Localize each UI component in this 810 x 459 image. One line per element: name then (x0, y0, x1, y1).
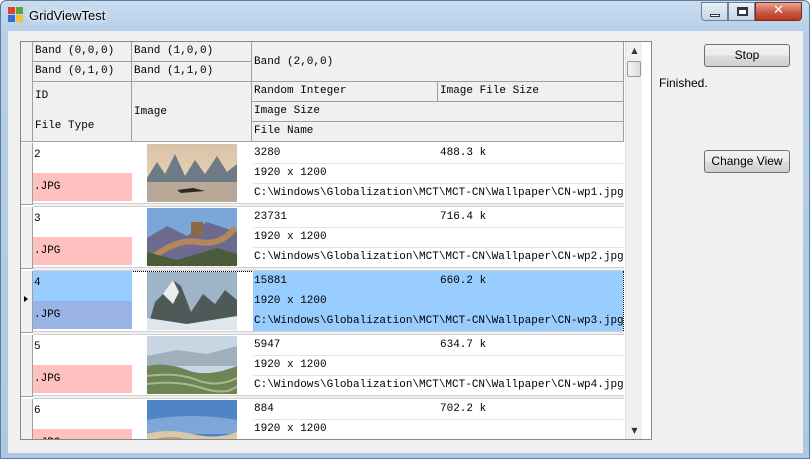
cell-image-file-size[interactable]: 660.2 k (439, 271, 623, 291)
cell-image[interactable] (132, 143, 252, 205)
header-image-file-size[interactable]: Image File Size (438, 82, 624, 102)
close-icon: ✕ (773, 3, 784, 18)
row-header[interactable] (21, 143, 33, 205)
cell-image[interactable] (132, 271, 252, 333)
thumbnail-image (147, 336, 237, 394)
header-corner (21, 42, 33, 142)
cell-image[interactable] (132, 207, 252, 269)
vertical-scrollbar[interactable]: ▲ ▼ (625, 42, 642, 439)
cell-divider (253, 439, 623, 440)
app-window: GridViewTest ✕ Band (0,0,0) Band (1,0,0)… (0, 0, 810, 459)
thumbnail-image (147, 272, 237, 330)
cell-file-name[interactable]: C:\Windows\Globalization\MCT\MCT-CN\Wall… (253, 311, 623, 331)
grid-view[interactable]: Band (0,0,0) Band (1,0,0) Band (0,1,0) B… (20, 41, 652, 440)
cell-id[interactable]: 2 (33, 143, 132, 173)
cell-image-size[interactable]: 1920 x 1200 (253, 355, 623, 375)
header-image[interactable]: Image (132, 82, 252, 142)
header-random-integer[interactable]: Random Integer (252, 82, 438, 102)
header-band-010[interactable]: Band (0,1,0) (33, 62, 132, 82)
table-row[interactable]: 3 .JPG 23731 716.4 k 1920 x 1200 C:\Windows\G… (21, 207, 624, 271)
thumbnail-image (147, 400, 237, 439)
window-title: GridViewTest (29, 8, 106, 23)
cell-file-type[interactable]: .JPG (33, 301, 132, 329)
cell-image-size[interactable]: 1920 x 1200 (253, 163, 623, 183)
current-row-arrow-icon (24, 296, 28, 302)
close-button[interactable]: ✕ (755, 2, 802, 21)
cell-random-integer[interactable]: 3280 (253, 143, 439, 163)
header-image-size[interactable]: Image Size (252, 102, 624, 122)
header-id: ID (35, 90, 49, 102)
cell-id[interactable]: 3 (33, 207, 132, 237)
cell-image-size[interactable]: 1920 x 1200 (253, 419, 623, 439)
cell-file-name[interactable]: C:\Windows\Globalization\MCT\MCT-CN\Wall… (253, 375, 623, 395)
cell-image-file-size[interactable]: 634.7 k (439, 335, 623, 355)
maximize-icon (737, 7, 748, 16)
thumbnail-image (147, 208, 237, 266)
cell-file-type[interactable]: .JPG (33, 237, 132, 265)
stop-button[interactable]: Stop (704, 44, 790, 67)
cell-file-type[interactable]: .JPG (33, 429, 132, 439)
cell-file-name[interactable] (253, 439, 623, 440)
cell-file-type[interactable]: .JPG (33, 173, 132, 201)
cell-image[interactable] (132, 335, 252, 397)
row-header[interactable] (21, 207, 33, 269)
cell-random-integer[interactable]: 5947 (253, 335, 439, 355)
scroll-thumb[interactable] (627, 61, 641, 77)
minimize-button[interactable] (701, 2, 728, 21)
cell-random-integer[interactable]: 15881 (253, 271, 439, 291)
cell-id[interactable]: 5 (33, 335, 132, 365)
cell-id[interactable]: 6 (33, 399, 132, 429)
header-band-000[interactable]: Band (0,0,0) (33, 42, 132, 62)
header-file-type: File Type (35, 120, 95, 132)
row-header[interactable] (21, 271, 33, 333)
client-area: Band (0,0,0) Band (1,0,0) Band (0,1,0) B… (8, 31, 803, 453)
app-icon (8, 7, 24, 23)
row-header[interactable] (21, 399, 33, 439)
change-view-button[interactable]: Change View (704, 150, 790, 173)
header-file-name[interactable]: File Name (252, 122, 624, 142)
cell-file-name[interactable]: C:\Windows\Globalization\MCT\MCT-CN\Wall… (253, 247, 623, 267)
row-header[interactable] (21, 335, 33, 397)
table-row[interactable]: 6.JPG 884702.2 k1920 x 1200 (21, 399, 624, 440)
cell-image[interactable] (132, 399, 252, 439)
cell-file-type[interactable]: .JPG (33, 365, 132, 393)
header-id-filetype[interactable]: ID File Type (33, 82, 132, 142)
header-band-200[interactable]: Band (2,0,0) (252, 42, 624, 82)
cell-file-name[interactable]: C:\Windows\Globalization\MCT\MCT-CN\Wall… (253, 183, 623, 203)
minimize-icon (710, 14, 720, 17)
header-band-100[interactable]: Band (1,0,0) (132, 42, 252, 62)
cell-image-size[interactable]: 1920 x 1200 (253, 291, 623, 311)
thumbnail-image (147, 144, 237, 202)
maximize-button[interactable] (728, 2, 755, 21)
scroll-up-button[interactable]: ▲ (626, 42, 643, 59)
title-bar[interactable]: GridViewTest ✕ (1, 1, 809, 31)
cell-image-file-size[interactable]: 716.4 k (439, 207, 623, 227)
cell-random-integer[interactable]: 884 (253, 399, 439, 419)
table-row[interactable]: 5 .JPG 5947 634.7 k 1920 x 1200 C:\Windows\Gl… (21, 335, 624, 399)
status-text: Finished. (659, 76, 708, 90)
cell-id[interactable]: 4 (33, 271, 132, 301)
cell-random-integer[interactable]: 23731 (253, 207, 439, 227)
table-row[interactable]: 4 .JPG 15881 660.2 k 1920 x 1200 C:\Windows\G… (21, 271, 624, 335)
table-row[interactable]: 2 .JPG 3280 488.3 k 1920 x 1200 C:\Windows\Gl… (21, 143, 624, 207)
cell-image-size[interactable]: 1920 x 1200 (253, 227, 623, 247)
scroll-down-button[interactable]: ▼ (626, 422, 643, 439)
header-band-110[interactable]: Band (1,1,0) (132, 62, 252, 82)
cell-image-file-size[interactable]: 702.2 k (439, 399, 623, 419)
cell-image-file-size[interactable]: 488.3 k (439, 143, 623, 163)
